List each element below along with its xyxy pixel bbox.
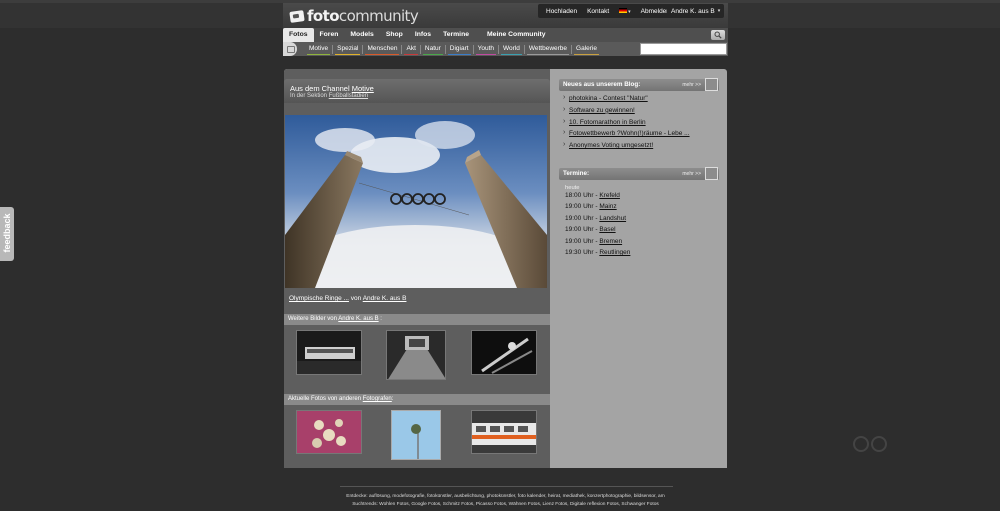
chevron-down-icon: ▾ [628, 8, 631, 15]
event-city-link[interactable]: Krefeld [599, 192, 620, 199]
search-input[interactable] [640, 43, 727, 55]
event-city-link[interactable]: Bremen [599, 238, 622, 245]
feedback-tab[interactable]: feedback [0, 207, 14, 261]
main-nav: Fotos Foren Models Shop Infos Termine Me… [283, 28, 728, 42]
featured-column: Aus dem Channel Motive In der Sektion Fu… [284, 69, 550, 468]
subnav-item-motive[interactable]: Motive [305, 42, 332, 56]
blog-more-link[interactable]: mehr >> [682, 82, 701, 88]
logo-text: fotocommunity [307, 7, 419, 25]
footer-discover: Entdecke: auflösung, modefotografie, fot… [346, 494, 665, 499]
camera-logo-icon [289, 9, 305, 23]
sidebar: Neues aus unserem Blog: mehr >> photokin… [559, 78, 719, 260]
footer: Entdecke: auflösung, modefotografie, fot… [284, 493, 727, 509]
channel-link[interactable]: Motive [352, 84, 374, 93]
magnifier-icon [714, 31, 722, 39]
tab-models[interactable]: Models [344, 28, 379, 42]
footer-trends: Suchtrends: Wohlen Fotos, Google Fotos, … [352, 502, 659, 507]
tab-termine[interactable]: Termine [437, 28, 475, 42]
author-thumb-2[interactable] [386, 330, 446, 380]
event-city-link[interactable]: Mainz [599, 203, 616, 210]
channel-title: Aus dem Channel Motive [290, 84, 374, 93]
top-nav: Hochladen Kontakt ▾ Abmelden [538, 4, 678, 18]
recent-thumb-2[interactable] [391, 410, 441, 460]
blog-panel-header: Neues aus unserem Blog: mehr >> [559, 78, 719, 91]
event-item: 19:00 Uhr - Mainz [565, 203, 617, 211]
tab-meine-community[interactable]: Meine Community [481, 28, 552, 42]
language-selector[interactable]: ▾ [614, 8, 636, 15]
recent-thumb-3[interactable] [471, 410, 537, 454]
photo-title-link[interactable]: Olympische Ringe ... [289, 295, 349, 302]
featured-photo[interactable] [285, 115, 547, 288]
blog-item[interactable]: Fotowettbewerb ?Wohn(!)räume - Lebe ... [559, 129, 719, 142]
subnav-item-wettbewerbe[interactable]: Wettbewerbe [525, 42, 571, 56]
author-thumb-3[interactable] [471, 330, 537, 375]
tab-fotos[interactable]: Fotos [283, 28, 314, 42]
logo[interactable]: fotocommunity [289, 6, 419, 26]
blog-item[interactable]: Software zu gewinnen! [559, 106, 719, 119]
event-list: 18:00 Uhr - Krefeld 19:00 Uhr - Mainz 19… [559, 192, 719, 260]
header-bar: fotocommunity Hochladen Kontakt ▾ Abmeld… [283, 3, 728, 28]
today-label: heute [565, 184, 580, 191]
main-content: Aus dem Channel Motive In der Sektion Fu… [284, 69, 727, 468]
search-toggle-button[interactable] [711, 30, 725, 40]
section-link[interactable]: Fußballstadien [329, 93, 368, 99]
subnav-item-galerie[interactable]: Galerie [572, 42, 601, 56]
channel-header: Aus dem Channel Motive In der Sektion Fu… [284, 79, 550, 103]
photographers-link[interactable]: Fotografen [363, 396, 392, 402]
subnav-item-spezial[interactable]: Spezial [333, 42, 362, 56]
tab-foren[interactable]: Foren [314, 28, 345, 42]
subnav-item-youth[interactable]: Youth [474, 42, 498, 56]
author-link[interactable]: Andre K. aus B [338, 316, 378, 322]
feedback-label: feedback [2, 213, 12, 253]
recent-thumb-1[interactable] [296, 410, 362, 454]
recent-photos-header: Aktuelle Fotos von anderen Fotografen: [284, 394, 550, 405]
subnav-item-natur[interactable]: Natur [421, 42, 445, 56]
event-item: 19:00 Uhr - Landshut [565, 214, 627, 222]
subnav-item-world[interactable]: World [499, 42, 524, 56]
event-item: 19:30 Uhr - Reutlingen [565, 248, 631, 256]
german-flag-icon [619, 8, 628, 14]
subnav-items: Motive Spezial Menschen Akt Natur Digiart Yout… [305, 42, 601, 56]
author-thumb-1[interactable] [296, 330, 362, 375]
home-icon[interactable] [283, 42, 297, 56]
footer-divider [340, 486, 673, 487]
event-city-link[interactable]: Basel [599, 226, 615, 233]
upload-link[interactable]: Hochladen [541, 8, 582, 15]
blog-item[interactable]: Anonymes Voting umgesetzt! [559, 141, 719, 154]
event-item: 19:00 Uhr - Basel [565, 226, 616, 234]
user-name: Andre K. aus B [671, 7, 715, 15]
tab-infos[interactable]: Infos [409, 28, 437, 42]
termine-panel-header: Termine: mehr >> [559, 166, 719, 180]
subnav-item-akt[interactable]: Akt [402, 42, 419, 56]
site-header: fotocommunity Hochladen Kontakt ▾ Abmeld… [283, 3, 728, 56]
blog-list: photokina - Contest "Natur" Software zu … [559, 94, 719, 154]
event-item: 19:00 Uhr - Bremen [565, 237, 623, 245]
panel-toggle-icon[interactable] [705, 78, 718, 91]
photo-caption: Olympische Ringe ... von Andre K. aus B [289, 295, 407, 302]
contact-link[interactable]: Kontakt [582, 8, 614, 15]
subnav-item-menschen[interactable]: Menschen [363, 42, 401, 56]
panel-toggle-icon[interactable] [705, 166, 718, 180]
event-city-link[interactable]: Landshut [599, 215, 626, 222]
subnav-item-digiart[interactable]: Digiart [446, 42, 473, 56]
tab-shop[interactable]: Shop [380, 28, 409, 42]
blog-item[interactable]: photokina - Contest "Natur" [559, 94, 719, 107]
channel-subtitle: In der Sektion Fußballstadien [290, 93, 369, 99]
blog-item[interactable]: 10. Fotomarathon in Berlin [559, 118, 719, 131]
chevron-down-icon: ▾ [717, 8, 721, 14]
termine-more-link[interactable]: mehr >> [682, 171, 701, 177]
watermark-camera-icon [853, 436, 887, 452]
sub-nav: Motive Spezial Menschen Akt Natur Digiart Yout… [283, 42, 728, 56]
event-city-link[interactable]: Reutlingen [599, 249, 630, 256]
user-menu[interactable]: Andre K. aus B ▾ [667, 4, 725, 18]
event-item: 18:00 Uhr - Krefeld [565, 191, 620, 199]
photographer-link[interactable]: Andre K. aus B [363, 295, 407, 302]
more-by-author-header: Weitere Bilder von Andre K. aus B : [284, 314, 550, 325]
